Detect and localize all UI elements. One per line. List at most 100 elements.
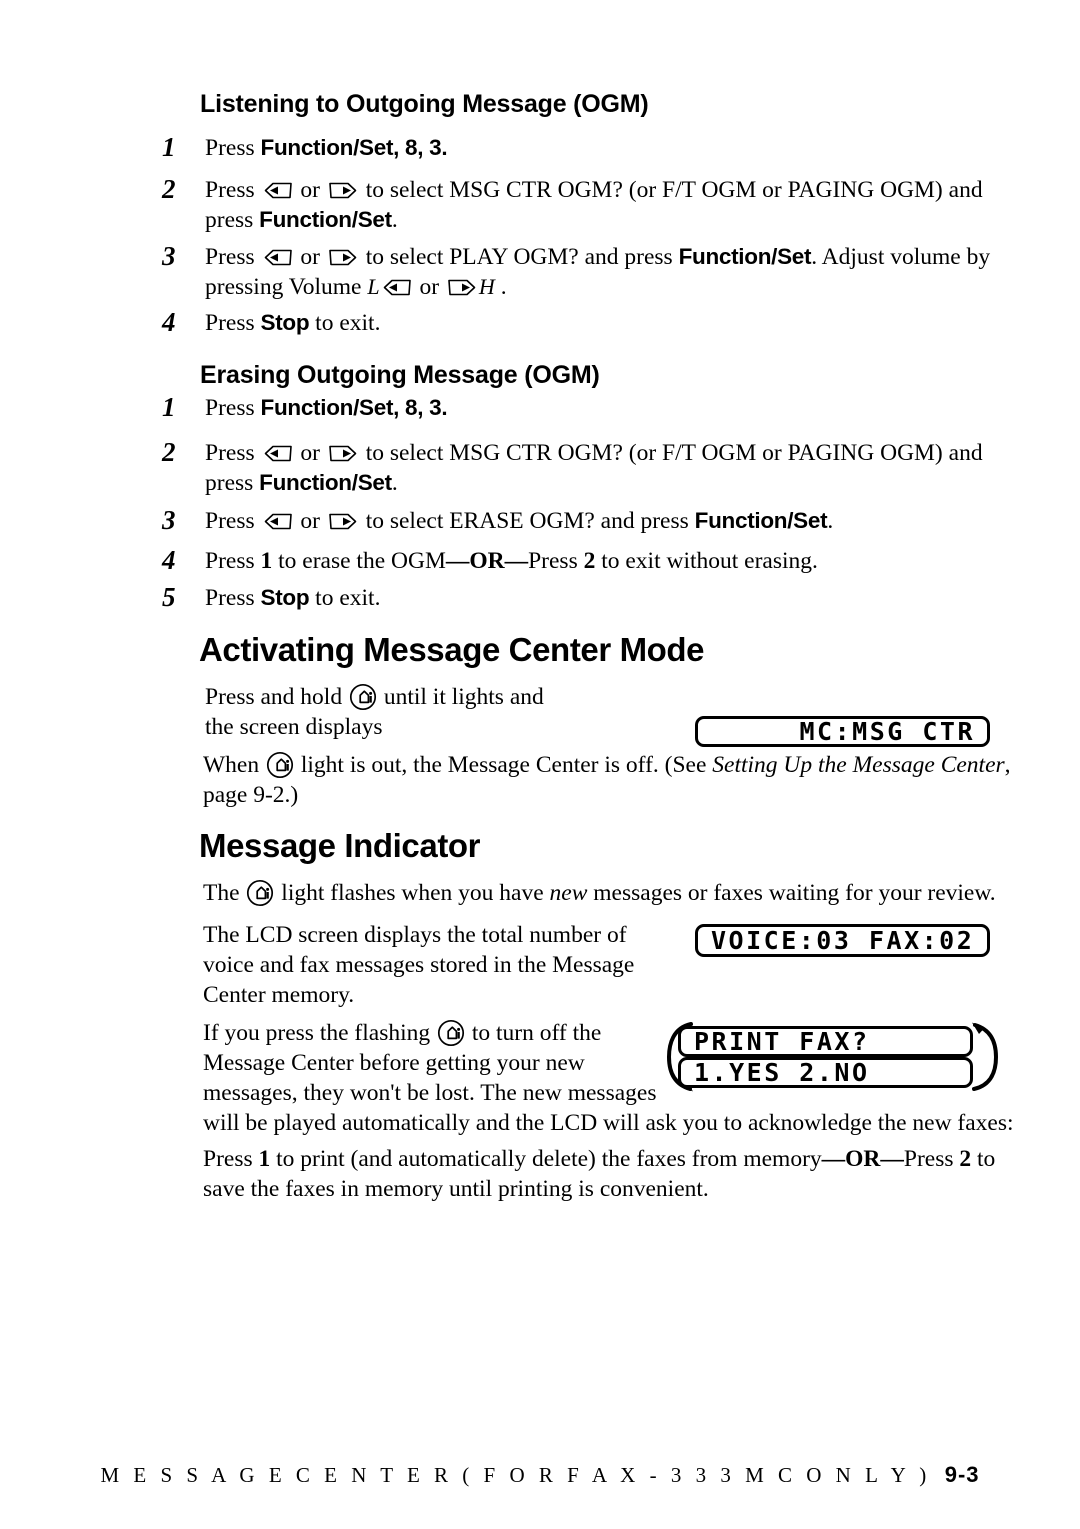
key-label-2: 2 [959, 1146, 972, 1172]
key-label-1: 1 [258, 1146, 271, 1172]
paragraph-fragment: until it lights and [377, 684, 544, 710]
step-text-fragment: or [294, 508, 326, 534]
paragraph-fragment: light is out, the Message Center is off.… [295, 752, 713, 778]
paragraph-fragment: to print (and automatically delete) the … [270, 1146, 822, 1172]
paragraph-fragment: If you press the flashing [203, 1020, 436, 1046]
key-label-function-set: Function/Set [259, 207, 392, 232]
paragraph-fragment: Press [203, 1146, 259, 1172]
paragraph-press-and-hold: Press and hold until it lights and the s… [205, 682, 685, 742]
paragraph-played-automatically: will be played automatically and the LCD… [203, 1110, 1014, 1136]
right-arrow-key-icon [328, 445, 358, 462]
step-text: Press 1 to erase the OGM—OR—Press 2 to e… [205, 546, 1022, 576]
step-text-fragment: Press [205, 177, 261, 203]
emphasis-new: new [549, 880, 588, 906]
message-center-button-icon [266, 751, 294, 779]
loop-arrow-icon [966, 1018, 1008, 1101]
step-number: 4 [162, 545, 176, 575]
step-text: Press Function/Set, 8, 3. [205, 393, 1022, 423]
paragraph-lcd-screen-totals: The LCD screen displays the total number… [203, 922, 635, 1008]
paragraph-fragment: messages or faxes waiting for your revie… [587, 880, 996, 906]
step-text: Press or to select MSG CTR OGM? (or F/T … [205, 175, 1022, 235]
paragraph-fragment: Press and hold [205, 684, 348, 710]
message-center-button-icon [349, 683, 377, 711]
step-text-fragment: . [827, 508, 834, 534]
paragraph-when-light-is-out: When light is out, the Message Center is… [203, 750, 1027, 810]
right-arrow-key-icon [447, 279, 477, 296]
step-text-fragment: Press [205, 508, 261, 534]
step-text-fragment: , 8, 3. [393, 135, 448, 160]
left-arrow-key-icon [263, 182, 293, 199]
step-text-fragment: to exit. [309, 310, 381, 336]
step-number: 3 [162, 241, 176, 271]
step-text: Press or to select ERASE OGM? and press … [205, 506, 1022, 536]
left-arrow-key-icon [263, 249, 293, 266]
step-text: Press or to select PLAY OGM? and press F… [205, 242, 1022, 302]
key-label-stop: Stop [260, 310, 310, 335]
right-arrow-key-icon [328, 182, 358, 199]
step-text-fragment: to exit without erasing. [595, 548, 818, 574]
step-text-fragment: . [494, 274, 507, 300]
step-text-fragment: . [391, 470, 398, 496]
step-text-fragment: Press [205, 135, 261, 161]
lcd-display-mc-msg-ctr: MC:MSG CTR [695, 716, 990, 747]
right-arrow-key-icon [328, 513, 358, 530]
paragraph-fragment: The [203, 880, 246, 906]
list-item: 1 Press Function/Set, 8, 3. [162, 133, 1022, 163]
list-item: 3 Press or to select PLAY OGM? and press… [162, 242, 1022, 302]
right-arrow-key-icon [328, 249, 358, 266]
list-item: 4 Press Stop to exit. [162, 308, 1022, 338]
page-number: 9-3 [944, 1462, 980, 1487]
step-number: 5 [162, 582, 176, 612]
left-arrow-key-icon [263, 445, 293, 462]
heading-erasing-ogm: Erasing Outgoing Message (OGM) [200, 361, 600, 389]
key-label-2: 2 [583, 548, 596, 574]
heading-listening-to-ogm: Listening to Outgoing Message (OGM) [200, 90, 649, 118]
step-text-fragment: Press [205, 548, 261, 574]
step-text-fragment: Press [205, 585, 261, 611]
lcd-display-print-fax-prompt: PRINT FAX? [678, 1026, 973, 1057]
step-number: 1 [162, 392, 176, 422]
left-arrow-key-icon [263, 513, 293, 530]
step-text: Press Stop to exit. [205, 308, 1022, 338]
step-text-fragment: to erase the OGM [272, 548, 446, 574]
list-item: 4 Press 1 to erase the OGM—OR—Press 2 to… [162, 546, 1022, 576]
message-center-button-icon [437, 1019, 465, 1047]
list-item: 2 Press or to select MSG CTR OGM? (or F/… [162, 438, 1022, 498]
list-item: 1 Press Function/Set, 8, 3. [162, 393, 1022, 423]
step-number: 2 [162, 437, 176, 467]
list-item: 5 Press Stop to exit. [162, 583, 1022, 613]
paragraph-press-1-to-print: Press 1 to print (and automatically dele… [203, 1144, 1033, 1204]
step-text-fragment: or [294, 440, 326, 466]
list-item: 3 Press or to select ERASE OGM? and pres… [162, 506, 1022, 536]
step-text-fragment: Press [205, 440, 261, 466]
step-text-fragment: to select ERASE OGM? and press [359, 508, 695, 534]
step-text-fragment: or [413, 274, 445, 300]
step-text: Press or to select MSG CTR OGM? (or F/T … [205, 438, 1022, 498]
volume-low-label: L [367, 274, 380, 299]
step-text-fragment: Press [528, 548, 584, 574]
lcd-display-voice-fax-counts: VOICE:03 FAX:02 [695, 924, 990, 957]
message-center-button-icon [246, 879, 274, 907]
step-text-fragment: Press [205, 395, 261, 421]
key-label-stop: Stop [260, 585, 310, 610]
step-number: 3 [162, 505, 176, 535]
key-label-function-set: Function/Set [678, 244, 812, 269]
footer-chapter-title: M E S S A G E C E N T E R ( F O R F A X … [100, 1463, 931, 1487]
step-text-fragment: , 8, 3. [393, 395, 448, 420]
step-number: 1 [162, 132, 176, 162]
list-item: 2 Press or to select MSG CTR OGM? (or F/… [162, 175, 1022, 235]
step-number: 4 [162, 307, 176, 337]
step-text: Press Function/Set, 8, 3. [205, 133, 1022, 163]
page-footer: M E S S A G E C E N T E R ( F O R F A X … [0, 1462, 1080, 1488]
or-separator: —OR— [821, 1146, 904, 1172]
key-label-function-set: Function/Set [260, 135, 394, 160]
step-text: Press Stop to exit. [205, 583, 1022, 613]
key-label-function-set: Function/Set [260, 395, 394, 420]
step-text-fragment: or [294, 177, 326, 203]
paragraph-fragment: the screen displays [205, 714, 383, 740]
paragraph-fragment: Press [903, 1146, 960, 1172]
volume-high-label: H [478, 274, 495, 299]
step-text-fragment: to exit. [309, 585, 381, 611]
step-text-fragment: . [391, 207, 398, 233]
step-number: 2 [162, 174, 176, 204]
